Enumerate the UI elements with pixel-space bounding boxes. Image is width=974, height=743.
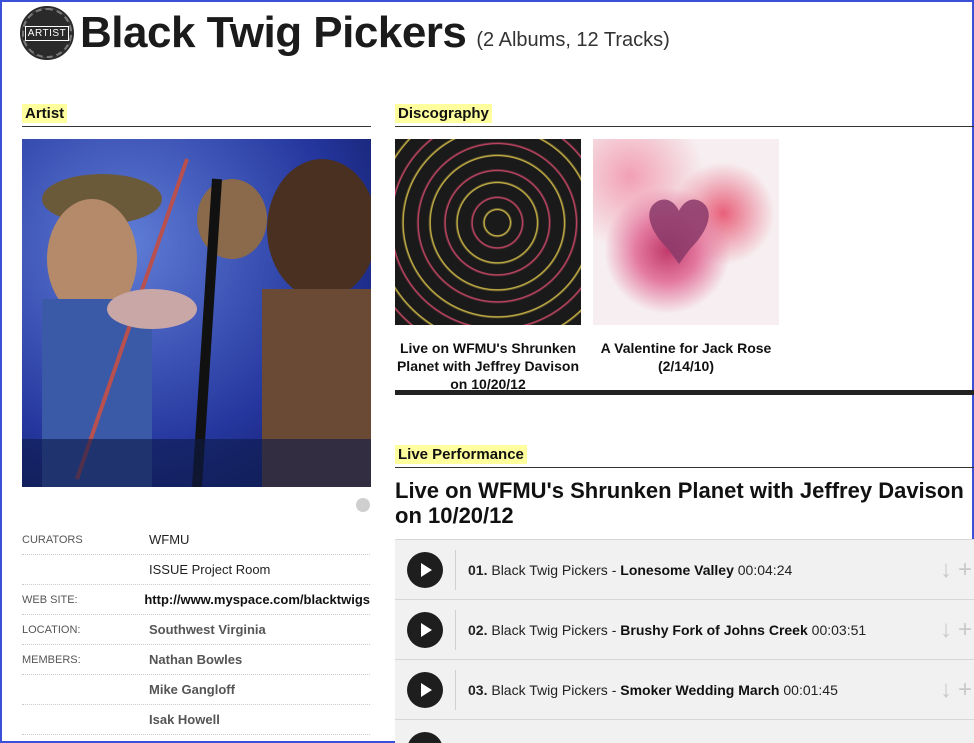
artist-info-table: CURATORS WFMU ISSUE Project Room WEB SIT… (22, 525, 370, 735)
section-label-artist: Artist (22, 104, 68, 123)
slideshow-dot[interactable] (356, 498, 370, 512)
track-row[interactable]: 01. Black Twig Pickers - Lonesome Valley… (395, 539, 974, 599)
info-row-website: WEB SITE: http://www.myspace.com/blacktw… (22, 585, 370, 615)
info-row-curators: CURATORS WFMU (22, 525, 370, 555)
heart-artwork (649, 199, 709, 264)
member-link[interactable]: Mike Gangloff (149, 682, 235, 697)
album-track-count: (2 Albums, 12 Tracks) (476, 28, 670, 51)
album-card[interactable]: A Valentine for Jack Rose (2/14/10) (593, 139, 779, 375)
plus-icon[interactable]: + (958, 558, 972, 582)
info-row-location: LOCATION: Southwest Virginia (22, 615, 370, 645)
page-header: ARTIST Black Twig Pickers (2 Albums, 12 … (20, 6, 670, 60)
live-performance-title: Live on WFMU's Shrunken Planet with Jeff… (395, 478, 964, 528)
album-card[interactable]: Live on WFMU's Shrunken Planet with Jeff… (395, 139, 581, 393)
album-cover[interactable] (395, 139, 581, 325)
info-row-curators-2: ISSUE Project Room (22, 555, 370, 585)
play-icon[interactable] (407, 611, 443, 648)
page-title: Black Twig Pickers (80, 8, 467, 57)
track-label: 01. Black Twig Pickers - Lonesome Valley… (468, 561, 793, 578)
album-cover[interactable] (593, 139, 779, 325)
info-row-members: MEMBERS: Nathan Bowles (22, 645, 370, 675)
location-link[interactable]: Southwest Virginia (149, 622, 266, 637)
member-link[interactable]: Isak Howell (149, 712, 220, 727)
play-icon[interactable] (407, 551, 443, 588)
info-label: WEB SITE: (22, 593, 78, 606)
download-arrow-icon[interactable]: ↓ (940, 558, 952, 582)
track-label: 02. Black Twig Pickers - Brushy Fork of … (468, 621, 867, 638)
track-row[interactable]: 03. Black Twig Pickers - Smoker Wedding … (395, 659, 974, 719)
photo-illustration (22, 139, 371, 487)
album-title[interactable]: Live on WFMU's Shrunken Planet with Jeff… (395, 339, 581, 393)
album-title[interactable]: A Valentine for Jack Rose (2/14/10) (593, 339, 779, 375)
track-list: 01. Black Twig Pickers - Lonesome Valley… (395, 539, 974, 743)
divider (22, 126, 371, 127)
section-label-live: Live Performance (395, 445, 527, 464)
info-row-member: Mike Gangloff (22, 675, 370, 705)
section-label-discography: Discography (395, 104, 492, 123)
divider (395, 126, 974, 127)
divider (395, 467, 974, 468)
download-arrow-icon[interactable]: ↓ (940, 678, 952, 702)
plus-icon[interactable]: + (958, 678, 972, 702)
plus-icon[interactable]: + (958, 618, 972, 642)
website-link[interactable]: http://www.myspace.com/blacktwigs (144, 592, 370, 607)
info-label: CURATORS (22, 533, 83, 546)
info-label: MEMBERS: (22, 653, 81, 666)
play-icon[interactable] (407, 731, 443, 743)
play-icon[interactable] (407, 671, 443, 708)
artist-photo[interactable] (22, 139, 371, 487)
info-label: LOCATION: (22, 623, 81, 636)
discography-divider (395, 390, 974, 395)
info-value: ISSUE Project Room (149, 562, 271, 577)
member-link[interactable]: Nathan Bowles (149, 652, 242, 667)
track-row[interactable]: 02. Black Twig Pickers - Brushy Fork of … (395, 599, 974, 659)
info-value: WFMU (149, 532, 190, 547)
info-row-member: Isak Howell (22, 705, 370, 735)
download-arrow-icon[interactable]: ↓ (940, 618, 952, 642)
artist-badge-icon: ARTIST (20, 6, 74, 60)
track-label: 03. Black Twig Pickers - Smoker Wedding … (468, 681, 838, 698)
track-row-partial[interactable] (395, 719, 974, 743)
